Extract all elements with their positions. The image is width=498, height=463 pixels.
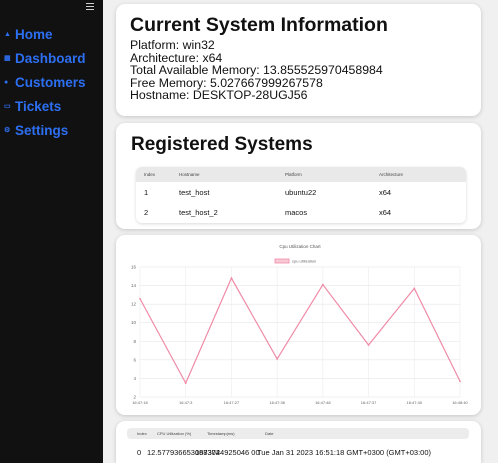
sidebar-item-label: Home	[15, 26, 53, 42]
customers-icon: ●	[4, 78, 9, 86]
column-header: CPU Utilization (%)	[157, 431, 192, 436]
system-info-card: Current System Information Platform: win…	[116, 4, 481, 116]
sidebar-item-home[interactable]: ▲ Home	[4, 22, 86, 46]
sidebar-item-settings[interactable]: ⚙ Settings	[4, 118, 86, 142]
table-header: Index CPU Utilization (%) Timestamp(ms) …	[127, 428, 469, 439]
x-tick-label: 16:47:37	[361, 400, 377, 405]
y-tick-label: 14	[131, 283, 137, 288]
table-row[interactable]: 1 test_host ubuntu22 x64	[136, 182, 466, 202]
sidebar-item-label: Dashboard	[15, 50, 86, 66]
x-tick-label: 16:47:40	[406, 400, 422, 405]
x-tick-label: 16:48:40	[452, 400, 468, 405]
data-point	[276, 358, 279, 360]
table-cell: 2	[144, 207, 149, 217]
y-tick-label: 10	[131, 320, 137, 325]
legend-swatch	[274, 258, 290, 264]
sidebar-item-dashboard[interactable]: ▦ Dashboard	[4, 46, 86, 70]
sidebar: ▲ Home ▦ Dashboard ● Customers ▭ Tickets ⚙ Se…	[0, 0, 103, 463]
settings-icon: ⚙	[4, 127, 11, 134]
x-tick-label: 16:47:27	[224, 400, 240, 405]
table-cell: 1673044925046 00	[195, 447, 260, 457]
series-line-cpu-utilization	[139, 276, 461, 385]
table-row[interactable]: 2 test_host_2 macos x64	[136, 202, 466, 222]
data-point	[321, 283, 324, 286]
sidebar-item-tickets[interactable]: ▭ Tickets	[4, 94, 86, 118]
table-cell: 1	[144, 187, 149, 197]
column-header: Date	[265, 431, 274, 436]
cpu-samples-card: Index CPU Utilization (%) Timestamp(ms) …	[116, 421, 481, 463]
table-header: Index Hostname Platform Architecture	[136, 167, 466, 182]
dashboard-icon: ▦	[4, 55, 11, 62]
table-cell: macos	[285, 207, 308, 217]
data-point	[413, 287, 416, 290]
table-cell: x64	[379, 207, 392, 217]
column-header: Index	[137, 431, 147, 436]
y-tick-label: 2	[133, 395, 136, 400]
y-tick-label: 6	[133, 357, 136, 362]
home-icon: ▲	[4, 30, 11, 38]
y-tick-label: 8	[133, 339, 136, 344]
sidebar-item-label: Tickets	[15, 98, 62, 114]
data-point	[367, 344, 370, 346]
column-header: Platform	[285, 172, 302, 177]
registered-systems-table: Index Hostname Platform Architecture 1 t…	[136, 167, 466, 223]
data-point	[230, 277, 233, 280]
data-point	[139, 297, 141, 300]
table-cell: 12.577936653088372	[147, 447, 220, 457]
total-memory-text: Total Available Memory: 13.8555259704589…	[130, 63, 383, 77]
registered-systems-card: Registered Systems Index Hostname Platfo…	[116, 123, 481, 229]
data-point	[459, 380, 461, 383]
x-tick-label: 16:47:48	[315, 400, 331, 405]
table-row[interactable]: 0 12.577936653088372 1673044925046 00 Tu…	[127, 446, 477, 458]
system-info-title: Current System Information	[130, 14, 388, 36]
platform-text: Platform: win32	[130, 38, 215, 52]
table-cell: Tue Jan 31 2023 16:51:18 GMT+0300 (GMT+0…	[257, 447, 431, 457]
hamburger-menu-icon[interactable]	[86, 3, 94, 11]
x-tick-label: 16:47:36	[269, 400, 285, 405]
sidebar-item-label: Customers	[15, 74, 86, 90]
table-cell: 0	[137, 447, 142, 457]
legend-label: cpu utilization	[292, 259, 316, 264]
column-header: Hostname	[179, 172, 200, 177]
cpu-chart-card: Cpu Utilization Chart cpu utilization 2 4 6 8…	[116, 235, 481, 415]
tickets-icon: ▭	[4, 103, 11, 110]
y-tick-label: 4	[133, 376, 136, 381]
sidebar-item-customers[interactable]: ● Customers	[4, 70, 86, 94]
hostname-text: Hostname: DESKTOP-28UGJ56	[130, 88, 308, 102]
column-header: Timestamp(ms)	[207, 431, 235, 436]
y-tick-label: 12	[131, 302, 137, 307]
table-cell: ubuntu22	[285, 187, 317, 197]
column-header: Index	[144, 172, 156, 177]
x-tick-label: 16:47:3	[179, 400, 193, 405]
sidebar-item-label: Settings	[15, 122, 69, 138]
chart-title: Cpu Utilization Chart	[279, 244, 321, 249]
cpu-utilization-chart: Cpu Utilization Chart cpu utilization 2 4 6 8…	[131, 244, 469, 405]
data-point	[184, 382, 187, 384]
table-cell: test_host_2	[179, 207, 218, 217]
table-cell: x64	[379, 187, 392, 197]
column-header: Architecture	[379, 172, 404, 177]
main-content: Current System Information Platform: win…	[113, 0, 498, 463]
x-tick-label: 16:47:18	[132, 400, 148, 405]
sidebar-nav: ▲ Home ▦ Dashboard ● Customers ▭ Tickets ⚙ Se…	[4, 22, 86, 142]
registered-systems-title: Registered Systems	[131, 134, 313, 155]
y-tick-label: 16	[131, 265, 137, 270]
table-cell: test_host	[179, 187, 210, 197]
